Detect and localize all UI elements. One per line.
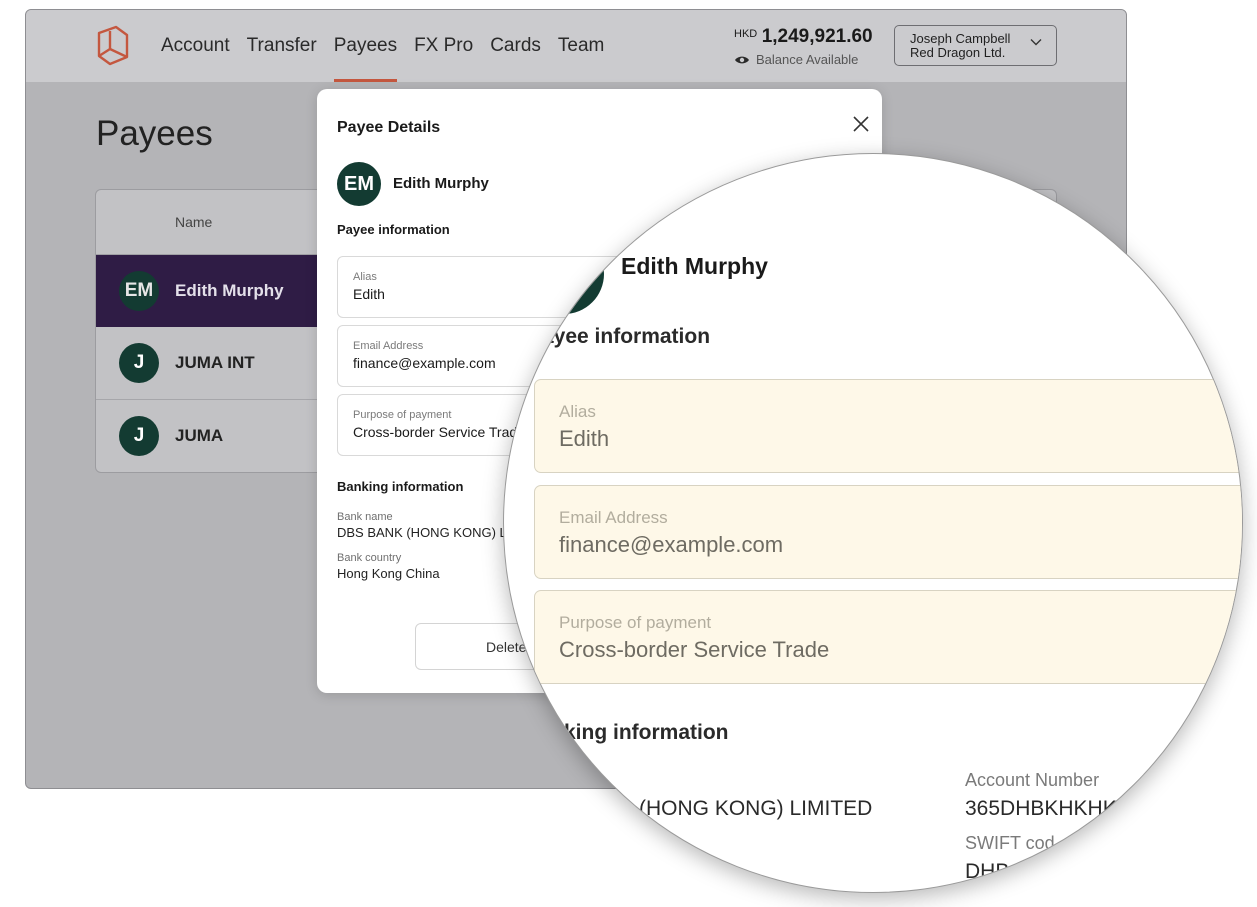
swift-code-label: SWIFT cod [965,833,1055,853]
bank-country-value: Hong Kong China [337,566,440,581]
avatar: EM [119,271,159,311]
swift-code-value: DHB [965,860,1010,883]
payee-name: JUMA INT [175,353,255,372]
account-number-label: Account Number [965,770,1100,790]
payee-name-zoomed: Edith Murphy [621,253,768,279]
chevron-down-icon [1030,39,1042,46]
bank-name-item-zoomed: e (HONG KONG) LIMITED [594,770,872,821]
top-navigation-bar: Account Transfer Payees FX Pro Cards Tea… [26,10,1126,82]
column-header-name[interactable]: Name [175,214,212,230]
payee-name: JUMA [175,426,224,445]
user-account-dropdown[interactable]: Joseph Campbell Red Dragon Ltd. [894,25,1057,66]
eye-icon[interactable] [734,55,750,65]
payee-avatar: EM [337,162,381,206]
main-nav: Account Transfer Payees FX Pro Cards Tea… [161,10,621,82]
purpose-label-zoomed: Purpose of payment [559,613,712,632]
purpose-field-zoomed[interactable]: Purpose of payment Cross-border Service … [534,590,1242,684]
magnifier-zoom-lens: Edith Murphy ayee information Alias Edit… [503,153,1243,893]
payee-name: Edith Murphy [393,175,489,192]
close-icon[interactable] [852,115,870,133]
bank-country-item: Bank country Hong Kong China [337,552,440,581]
alias-value-zoomed: Edith [559,426,610,451]
nav-fx-pro[interactable]: FX Pro [414,10,473,82]
banking-information-heading: Banking information [337,479,464,494]
payee-information-heading: Payee information [337,222,450,237]
balance-display: HKD 1,249,921.60 Balance Available [734,26,873,67]
brand-logo-icon[interactable] [96,25,130,67]
modal-title: Payee Details [337,119,441,136]
payee-avatar-zoomed [524,234,604,314]
alias-field-zoomed[interactable]: Alias Edith [534,379,1242,473]
email-field-zoomed[interactable]: Email Address finance@example.com [534,485,1242,579]
email-value-zoomed: finance@example.com [559,532,784,557]
balance-currency: HKD [734,28,758,40]
payee-name: Edith Murphy [175,281,284,300]
bank-name-label-zoomed: e [594,770,605,790]
nav-account[interactable]: Account [161,10,230,82]
account-number-value: 365DHBKHKHK [965,797,1117,820]
banking-information-heading-zoomed: king information [564,721,729,744]
account-number-item-zoomed: Account Number 365DHBKHKHK [965,770,1117,821]
nav-team[interactable]: Team [558,10,604,82]
alias-label-zoomed: Alias [559,402,596,421]
nav-payees[interactable]: Payees [333,10,398,82]
purpose-value-zoomed: Cross-border Service Trade [559,637,830,662]
swift-code-item-zoomed: SWIFT cod DHB [965,833,1055,884]
balance-amount: 1,249,921.60 [761,26,873,47]
payee-information-heading-zoomed: ayee information [542,325,711,348]
nav-cards[interactable]: Cards [490,10,541,82]
bank-country-label: Bank country [337,552,402,564]
nav-transfer[interactable]: Transfer [247,10,317,82]
email-label-zoomed: Email Address [559,508,668,527]
bank-name-value-zoomed: (HONG KONG) LIMITED [639,797,873,820]
balance-available-label: Balance Available [756,52,859,67]
page-title: Payees [96,114,213,153]
avatar: J [119,343,159,383]
user-company: Red Dragon Ltd. [910,45,1006,60]
avatar: J [119,416,159,456]
